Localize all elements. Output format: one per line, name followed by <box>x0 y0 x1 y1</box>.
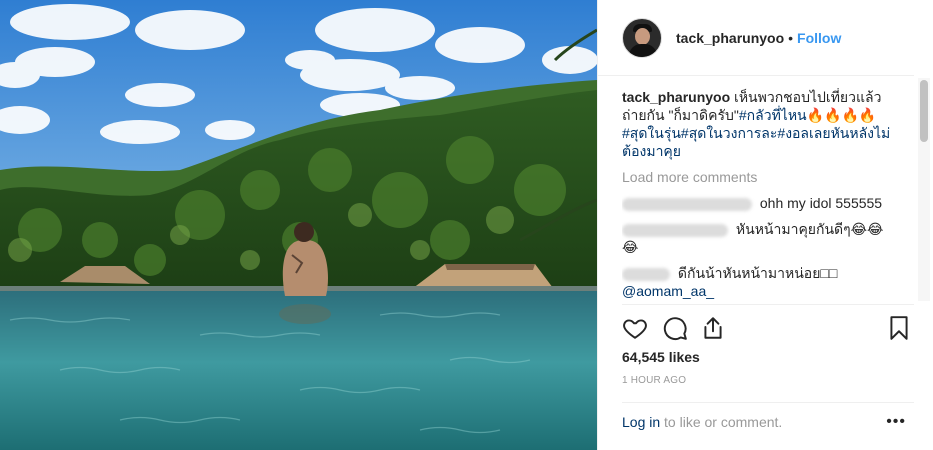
post-side-panel: tack_pharunyoo • Follow tack_pharunyoo เ… <box>597 0 933 450</box>
post-username[interactable]: tack_pharunyoo <box>676 30 784 46</box>
share-icon[interactable] <box>700 315 726 341</box>
load-more-comments-button[interactable]: Load more comments <box>622 168 892 186</box>
comment-item: ohh my idol 555555 <box>622 194 892 212</box>
blurred-username <box>622 197 752 211</box>
post-header: tack_pharunyoo • Follow <box>598 0 914 76</box>
separator-dot: • <box>788 29 794 46</box>
heart-icon[interactable] <box>622 315 648 341</box>
instagram-post: tack_pharunyoo • Follow tack_pharunyoo เ… <box>0 0 933 450</box>
post-photo[interactable] <box>0 0 597 450</box>
comments-list: tack_pharunyoo เห็นพวกชอบไปเที่ยวแล้วถ่า… <box>622 88 892 302</box>
likes-count[interactable]: 64,545 likes <box>622 349 700 365</box>
login-link[interactable]: Log in <box>622 414 660 430</box>
post-timestamp[interactable]: 1 HOUR AGO <box>622 375 686 386</box>
login-prompt: Log in to like or comment. <box>622 414 782 430</box>
scrollbar-thumb[interactable] <box>920 80 928 142</box>
comment-text: ดีกันน้าหันหน้ามาหน่อย□□ <box>677 265 838 281</box>
action-bar <box>622 304 914 348</box>
comment-item: ดีกันน้าหันหน้ามาหน่อย□□ @aomam_aa_ <box>622 264 892 300</box>
caption: tack_pharunyoo เห็นพวกชอบไปเที่ยวแล้วถ่า… <box>622 88 892 160</box>
comment-item: หันหน้ามาคุยกันดีๆ😂😂😂 <box>622 220 892 256</box>
avatar[interactable] <box>622 17 662 58</box>
bookmark-icon[interactable] <box>886 315 912 341</box>
more-options-icon[interactable]: ••• <box>886 413 906 431</box>
comment-icon[interactable] <box>662 315 688 341</box>
caption-username[interactable]: tack_pharunyoo <box>622 89 730 105</box>
comment-text: ohh my idol 555555 <box>759 195 883 211</box>
comment-mention[interactable]: @aomam_aa_ <box>622 283 714 299</box>
follow-button[interactable]: Follow <box>797 30 841 46</box>
comments-scrollbar[interactable] <box>918 78 930 301</box>
blurred-username <box>622 267 670 281</box>
login-footer: Log in to like or comment. ••• <box>622 402 914 442</box>
blurred-username <box>622 223 728 237</box>
login-prompt-text: to like or comment. <box>660 414 783 430</box>
infinity-pool-photo <box>0 0 597 450</box>
